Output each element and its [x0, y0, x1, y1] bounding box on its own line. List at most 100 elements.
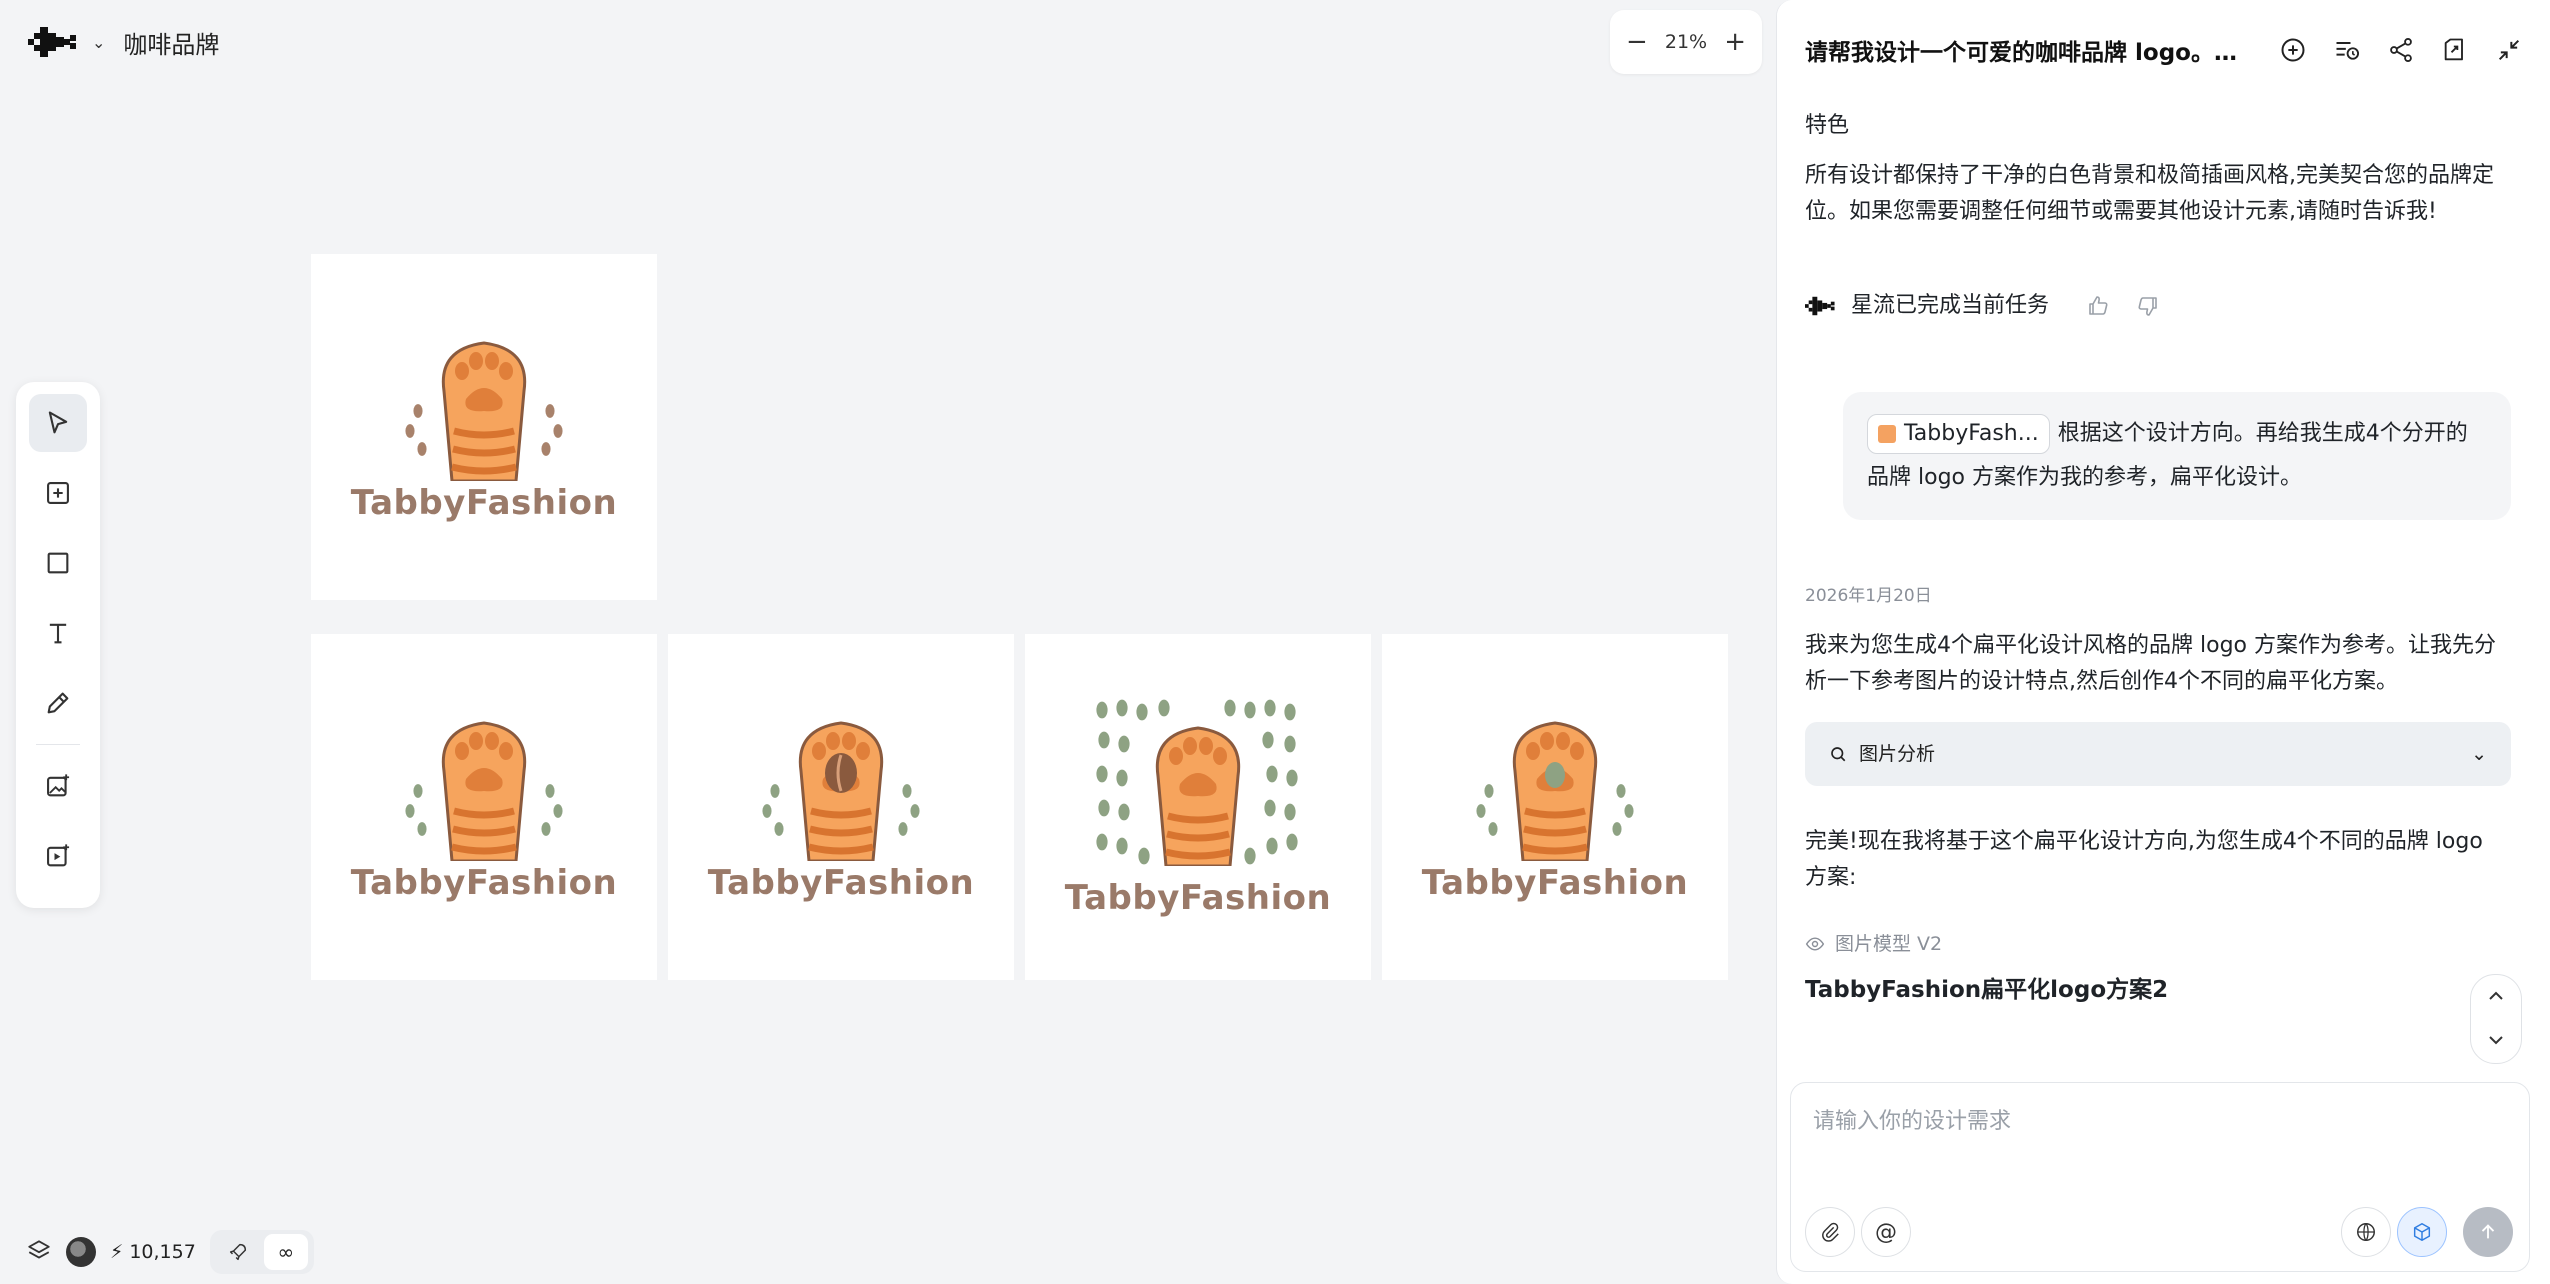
infinite-mode-button[interactable]: ∞ — [263, 1234, 308, 1270]
artboard-caption: TabbyFashion — [1064, 878, 1332, 918]
scroll-down-button[interactable] — [2486, 1032, 2506, 1051]
chevron-down-icon: ⌄ — [92, 32, 106, 52]
thumbs-up-icon — [2089, 296, 2108, 315]
chat-input-box: @ — [1790, 1082, 2530, 1272]
paw-logo-icon — [405, 711, 563, 861]
share-button[interactable] — [2385, 34, 2417, 66]
thumbs-down-button[interactable] — [2135, 293, 2161, 319]
pencil-icon — [47, 692, 69, 714]
mode-toggle: ∞ — [209, 1230, 314, 1274]
artboard-caption: TabbyFashion — [1421, 863, 1689, 903]
video-generate-tool[interactable] — [29, 827, 87, 885]
image-sparkle-icon — [47, 774, 70, 797]
chevron-up-icon — [2489, 991, 2503, 1000]
cube-icon — [2413, 1223, 2431, 1241]
result-title: TabbyFashion扁平化logo方案2 — [1805, 977, 2169, 1003]
rectangle-tool[interactable] — [29, 534, 87, 592]
chat-title: 请帮我设计一个可爱的咖啡品牌 logo。这... — [1805, 40, 2255, 66]
text-icon — [49, 623, 67, 644]
add-frame-tool[interactable] — [29, 464, 87, 522]
layers-button[interactable] — [26, 1237, 52, 1268]
cursor-icon — [48, 411, 68, 434]
arrow-up-icon — [2481, 1224, 2495, 1239]
lightning-icon: ⚡ — [110, 1241, 124, 1263]
app-logo-icon — [28, 27, 80, 57]
model-3d-button[interactable] — [2397, 1207, 2447, 1257]
credits: ⚡ 10,157 — [110, 1241, 196, 1263]
credits-value: 10,157 — [129, 1241, 196, 1263]
layers-icon — [28, 1239, 50, 1259]
project-title: 咖啡品牌 — [123, 30, 220, 59]
artboard-variant-1[interactable]: TabbyFashion — [311, 634, 657, 980]
paw-logo-icon — [405, 331, 563, 481]
image-reference-label: TabbyFash... — [1904, 421, 2039, 446]
chevron-down-icon: ⌄ — [2471, 743, 2487, 765]
image-reference-chip[interactable]: TabbyFash... — [1867, 414, 2050, 454]
assistant-reply-1: 我来为您生成4个扁平化设计风格的品牌 logo 方案作为参考。让我先分析一下参考… — [1805, 633, 2496, 694]
artboard-original[interactable]: TabbyFashion — [311, 254, 657, 600]
tool-palette — [16, 382, 100, 908]
image-generate-tool[interactable] — [29, 757, 87, 815]
new-chat-button[interactable] — [2277, 34, 2309, 66]
app-logo-icon — [1805, 296, 1835, 316]
zoom-in-button[interactable]: + — [1724, 29, 1746, 55]
canvas-footer: ⚡ 10,157 ∞ — [26, 1230, 314, 1274]
project-switcher[interactable]: ⌄ 咖啡品牌 — [20, 16, 227, 68]
search-icon — [1831, 747, 1846, 762]
app-root: ⌄ 咖啡品牌 − 21% + TabbyFashion TabbyFashion… — [0, 0, 2550, 1284]
zoom-out-button[interactable]: − — [1626, 29, 1648, 55]
artboard-variant-2[interactable]: TabbyFashion — [668, 634, 1014, 980]
chevron-down-icon — [2489, 1035, 2503, 1044]
paperclip-icon — [1822, 1222, 1839, 1242]
text-tool[interactable] — [29, 604, 87, 662]
artboard-caption: TabbyFashion — [350, 483, 618, 523]
pen-tool[interactable] — [29, 674, 87, 732]
thumbs-up-button[interactable] — [2085, 293, 2111, 319]
thumbs-down-icon — [2138, 297, 2157, 316]
collapse-panel-button[interactable] — [2493, 34, 2525, 66]
model-label: 图片模型 V2 — [1835, 933, 1943, 955]
attach-button[interactable] — [1805, 1207, 1855, 1257]
canvas[interactable]: ⌄ 咖啡品牌 − 21% + TabbyFashion TabbyFashion… — [0, 0, 1776, 1284]
collapse-icon — [2498, 39, 2520, 61]
paw-coffee-bean-logo-icon — [762, 711, 920, 861]
folder-share-icon — [2444, 38, 2463, 61]
scroll-navigator — [2470, 974, 2522, 1064]
history-button[interactable] — [2331, 34, 2363, 66]
user-message: TabbyFash... 根据这个设计方向。再给我生成4个分开的品牌 logo … — [1843, 392, 2511, 520]
scroll-up-button[interactable] — [2486, 988, 2506, 1007]
status-text: 星流已完成当前任务 — [1851, 293, 2050, 318]
infinity-icon: ∞ — [277, 1240, 295, 1264]
mention-button[interactable]: @ — [1861, 1207, 1911, 1257]
zoom-control: − 21% + — [1610, 10, 1762, 74]
artboard-caption: TabbyFashion — [350, 863, 618, 903]
model-info: 图片模型 V2 — [1805, 926, 2511, 962]
message-date: 2026年1月20日 — [1805, 586, 1932, 606]
image-analysis-collapsible[interactable]: 图片分析 ⌄ — [1805, 722, 2511, 786]
chat-messages[interactable]: 产品展示 - 包括咖啡杯、包装袋等产品设计,整体采用极简风格,突出品牌特色 所有… — [1777, 80, 2550, 1070]
zoom-level: 21% — [1664, 31, 1708, 53]
history-list-icon — [2336, 42, 2360, 60]
at-icon: @ — [1875, 1219, 1897, 1245]
rocket-mode-button[interactable] — [216, 1234, 260, 1270]
eye-icon — [1805, 937, 1825, 951]
chat-header-actions — [2277, 34, 2525, 66]
video-sparkle-icon — [47, 844, 70, 867]
artboard-variant-4[interactable]: TabbyFashion — [1382, 634, 1728, 980]
design-request-input[interactable] — [1811, 1101, 2505, 1175]
chat-header: 请帮我设计一个可爱的咖啡品牌 logo。这... — [1777, 0, 2550, 100]
task-status: 星流已完成当前任务 — [1805, 288, 2511, 324]
paw-leaf-logo-icon — [1476, 711, 1634, 861]
rocket-icon — [229, 1243, 246, 1261]
image-thumbnail-icon — [1878, 425, 1896, 443]
select-tool[interactable] — [29, 394, 87, 452]
toolbar-divider — [36, 744, 80, 745]
artboard-variant-3[interactable]: TabbyFashion — [1025, 634, 1371, 980]
message-summary: 所有设计都保持了干净的白色背景和极简插画风格,完美契合您的品牌定位。如果您需要调… — [1805, 163, 2494, 224]
share-icon — [2390, 37, 2412, 63]
add-square-icon — [47, 482, 69, 504]
web-search-button[interactable] — [2341, 1207, 2391, 1257]
send-button[interactable] — [2463, 1207, 2513, 1257]
avatar[interactable] — [66, 1237, 96, 1267]
export-button[interactable] — [2439, 34, 2471, 66]
